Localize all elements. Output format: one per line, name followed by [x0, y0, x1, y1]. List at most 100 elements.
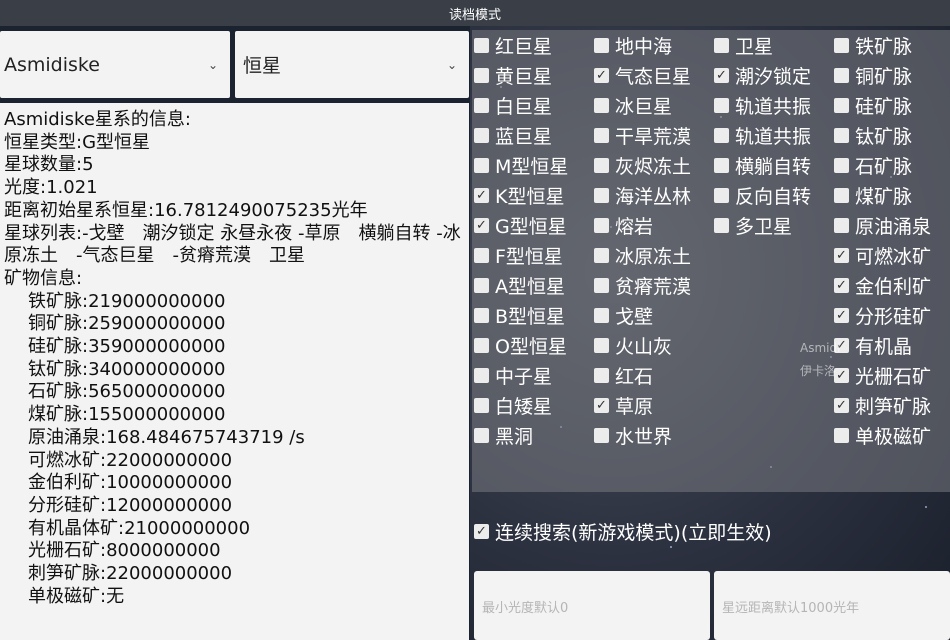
filter-option[interactable]: 干旱荒漠 [594, 122, 691, 148]
filter-option[interactable]: 红巨星 [474, 32, 552, 58]
checkbox[interactable] [474, 97, 489, 113]
checked-checkbox[interactable]: ✓ [834, 277, 849, 293]
filter-option[interactable]: ✓ 金伯利矿 [834, 272, 931, 298]
filter-option[interactable]: 铁矿脉 [834, 32, 912, 58]
filter-option[interactable]: ✓ 气态巨星 [594, 62, 691, 88]
filter-option[interactable]: B型恒星 [474, 302, 565, 328]
filter-option[interactable]: 多卫星 [714, 212, 792, 238]
filter-option[interactable]: 地中海 [594, 32, 672, 58]
checkbox[interactable] [594, 337, 609, 353]
checked-checkbox[interactable]: ✓ [834, 397, 849, 413]
filter-option[interactable]: 红石 [594, 362, 653, 388]
checkbox[interactable] [834, 37, 849, 53]
checkbox[interactable] [594, 307, 609, 323]
checkbox[interactable] [714, 187, 729, 203]
filter-option[interactable]: 卫星 [714, 32, 773, 58]
filter-option[interactable]: ✓ 刺笋矿脉 [834, 392, 931, 418]
checkbox[interactable] [474, 67, 489, 83]
filter-option[interactable]: 熔岩 [594, 212, 653, 238]
filter-option[interactable]: 冰巨星 [594, 92, 672, 118]
checkbox[interactable] [594, 217, 609, 233]
filter-option[interactable]: 贫瘠荒漠 [594, 272, 691, 298]
filter-option[interactable]: 中子星 [474, 362, 552, 388]
filter-option[interactable]: 冰原冻土 [594, 242, 691, 268]
checkbox[interactable] [474, 367, 489, 383]
checkbox[interactable] [474, 277, 489, 293]
filter-option[interactable]: 海洋丛林 [594, 182, 691, 208]
filter-option[interactable]: ✓ K型恒星 [474, 182, 564, 208]
checkbox[interactable] [594, 187, 609, 203]
min-luminosity-input[interactable]: 最小光度默认0 [474, 571, 710, 640]
checked-checkbox[interactable]: ✓ [834, 247, 849, 263]
checkbox[interactable] [714, 217, 729, 233]
checked-checkbox[interactable]: ✓ [474, 187, 489, 203]
filter-option[interactable]: ✓ 潮汐锁定 [714, 62, 811, 88]
checked-checkbox[interactable]: ✓ [834, 307, 849, 323]
checkbox[interactable] [474, 307, 489, 323]
checkbox[interactable] [834, 187, 849, 203]
checkbox[interactable]: ✓ [474, 524, 489, 539]
checkbox[interactable] [594, 367, 609, 383]
filter-option[interactable]: ✓ 分形硅矿 [834, 302, 931, 328]
filter-option[interactable]: 黑洞 [474, 422, 533, 448]
filter-option[interactable]: 水世界 [594, 422, 672, 448]
checked-checkbox[interactable]: ✓ [834, 367, 849, 383]
filter-option[interactable]: 蓝巨星 [474, 122, 552, 148]
checkbox[interactable] [594, 127, 609, 143]
filter-option[interactable]: 石矿脉 [834, 152, 912, 178]
checkbox[interactable] [834, 217, 849, 233]
filter-option[interactable]: 横躺自转 [714, 152, 811, 178]
filter-option[interactable]: 白矮星 [474, 392, 552, 418]
filter-option[interactable]: 白巨星 [474, 92, 552, 118]
filter-option[interactable]: O型恒星 [474, 332, 567, 358]
filter-option[interactable]: 铜矿脉 [834, 62, 912, 88]
checkbox[interactable] [474, 37, 489, 53]
filter-option[interactable]: 戈壁 [594, 302, 653, 328]
checkbox[interactable] [474, 337, 489, 353]
checkbox[interactable] [714, 97, 729, 113]
filter-option[interactable]: 灰烬冻土 [594, 152, 691, 178]
filter-option[interactable]: 轨道共振 [714, 92, 811, 118]
filter-option[interactable]: F型恒星 [474, 242, 563, 268]
checked-checkbox[interactable]: ✓ [594, 397, 609, 413]
checkbox[interactable] [714, 127, 729, 143]
filter-option[interactable]: ✓ 可燃冰矿 [834, 242, 931, 268]
max-distance-input[interactable]: 星远距离默认1000光年 [714, 571, 950, 640]
filter-option[interactable]: 硅矿脉 [834, 92, 912, 118]
checkbox[interactable] [834, 67, 849, 83]
checkbox[interactable] [474, 157, 489, 173]
checkbox[interactable] [714, 37, 729, 53]
checkbox[interactable] [594, 277, 609, 293]
star-type-select[interactable]: 恒星 ⌄ [235, 31, 469, 98]
filter-option[interactable]: A型恒星 [474, 272, 565, 298]
filter-option[interactable]: 黄巨星 [474, 62, 552, 88]
filter-option[interactable]: M型恒星 [474, 152, 568, 178]
checked-checkbox[interactable]: ✓ [714, 67, 729, 83]
checkbox[interactable] [594, 37, 609, 53]
filter-option[interactable]: 原油涌泉 [834, 212, 931, 238]
filter-option[interactable]: 煤矿脉 [834, 182, 912, 208]
filter-option[interactable]: 火山灰 [594, 332, 672, 358]
filter-option[interactable]: 钛矿脉 [834, 122, 912, 148]
filter-option[interactable]: ✓ 草原 [594, 392, 653, 418]
checkbox[interactable] [474, 247, 489, 263]
filter-option[interactable]: ✓ 光栅石矿 [834, 362, 931, 388]
checkbox[interactable] [834, 127, 849, 143]
checkbox[interactable] [594, 97, 609, 113]
filter-option[interactable]: ✓ G型恒星 [474, 212, 567, 238]
checkbox[interactable] [474, 127, 489, 143]
system-select[interactable]: Asmidiske ⌄ [0, 31, 230, 98]
checkbox[interactable] [594, 427, 609, 443]
checkbox[interactable] [834, 97, 849, 113]
checkbox[interactable] [714, 157, 729, 173]
checkbox[interactable] [474, 427, 489, 443]
continuous-search-toggle[interactable]: ✓ 连续搜索(新游戏模式)(立即生效) [474, 518, 772, 545]
checkbox[interactable] [594, 247, 609, 263]
checked-checkbox[interactable]: ✓ [474, 217, 489, 233]
checkbox[interactable] [834, 157, 849, 173]
filter-option[interactable]: 轨道共振 [714, 122, 811, 148]
filter-option[interactable]: 单极磁矿 [834, 422, 931, 448]
filter-option[interactable]: 反向自转 [714, 182, 811, 208]
checked-checkbox[interactable]: ✓ [594, 67, 609, 83]
checkbox[interactable] [834, 427, 849, 443]
